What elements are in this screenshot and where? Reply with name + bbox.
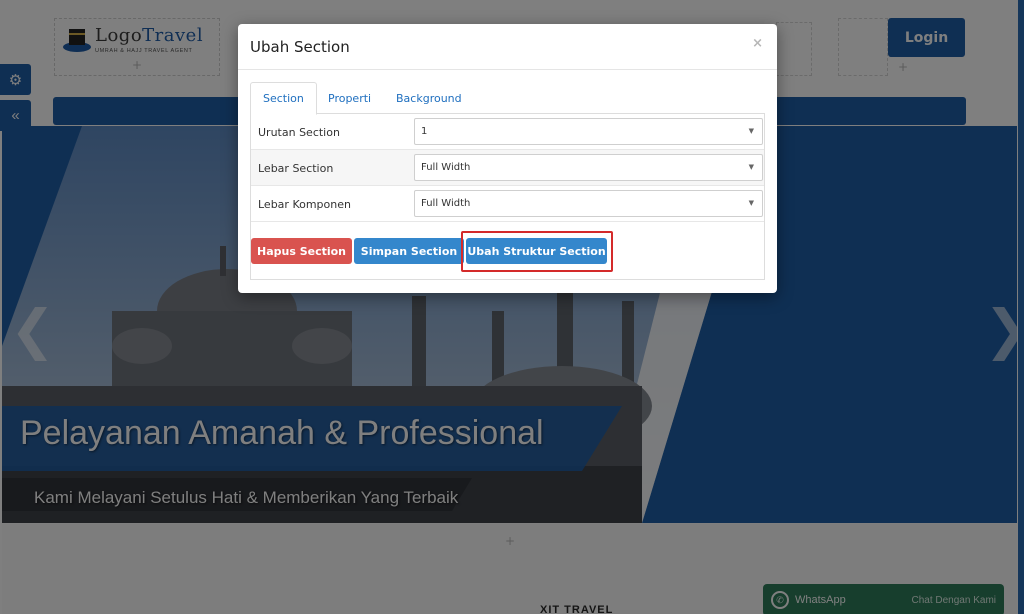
tab-properti[interactable]: Properti	[316, 82, 383, 114]
caret-down-icon: ▼	[748, 163, 754, 171]
lebar-section-select[interactable]: Full Width ▼	[414, 154, 763, 181]
form-row-lebar-section: Lebar Section Full Width ▼	[251, 150, 764, 186]
select-value: 1	[421, 126, 428, 137]
simpan-section-button[interactable]: Simpan Section	[354, 238, 464, 264]
field-label: Lebar Komponen	[258, 198, 351, 211]
modal-title: Ubah Section	[250, 38, 350, 56]
form-row-lebar-komponen: Lebar Komponen Full Width ▼	[251, 186, 764, 222]
lebar-komponen-select[interactable]: Full Width ▼	[414, 190, 763, 217]
select-value: Full Width	[421, 162, 471, 173]
highlight-box	[461, 231, 613, 272]
modal-header: Ubah Section ×	[238, 24, 777, 70]
form-row-urutan-section: Urutan Section 1 ▼	[251, 114, 764, 150]
select-value: Full Width	[421, 198, 471, 209]
urutan-section-select[interactable]: 1 ▼	[414, 118, 763, 145]
field-label: Lebar Section	[258, 162, 334, 175]
caret-down-icon: ▼	[748, 127, 754, 135]
modal-tabs: Section Properti Background	[250, 82, 765, 115]
close-icon[interactable]: ×	[752, 36, 763, 51]
hapus-section-button[interactable]: Hapus Section	[251, 238, 352, 264]
field-label: Urutan Section	[258, 126, 340, 139]
tab-background[interactable]: Background	[384, 82, 474, 114]
caret-down-icon: ▼	[748, 199, 754, 207]
tab-section[interactable]: Section	[250, 82, 317, 115]
